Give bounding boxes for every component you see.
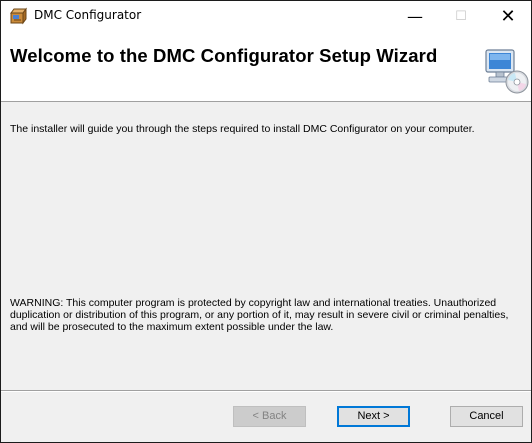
- maximize-button: ☐: [455, 9, 467, 24]
- copyright-warning-text: WARNING: This computer program is protec…: [10, 297, 509, 333]
- footer-divider-highlight: [1, 391, 531, 392]
- back-button: < Back: [233, 406, 306, 427]
- minimize-button[interactable]: —: [392, 1, 438, 32]
- next-button[interactable]: Next >: [337, 406, 410, 427]
- window-title: DMC Configurator: [34, 8, 142, 22]
- installer-box-icon: [9, 7, 27, 25]
- wizard-banner: Welcome to the DMC Configurator Setup Wi…: [1, 32, 531, 102]
- intro-text: The installer will guide you through the…: [10, 123, 475, 135]
- cancel-button[interactable]: Cancel: [450, 406, 523, 427]
- close-button[interactable]: ✕: [485, 1, 531, 32]
- title-bar[interactable]: DMC Configurator — ☐ ✕: [1, 1, 531, 32]
- page-title: Welcome to the DMC Configurator Setup Wi…: [10, 45, 438, 66]
- computer-with-disc-icon: [483, 40, 529, 96]
- setup-wizard-window: DMC Configurator — ☐ ✕ Welcome to the DM…: [0, 0, 532, 443]
